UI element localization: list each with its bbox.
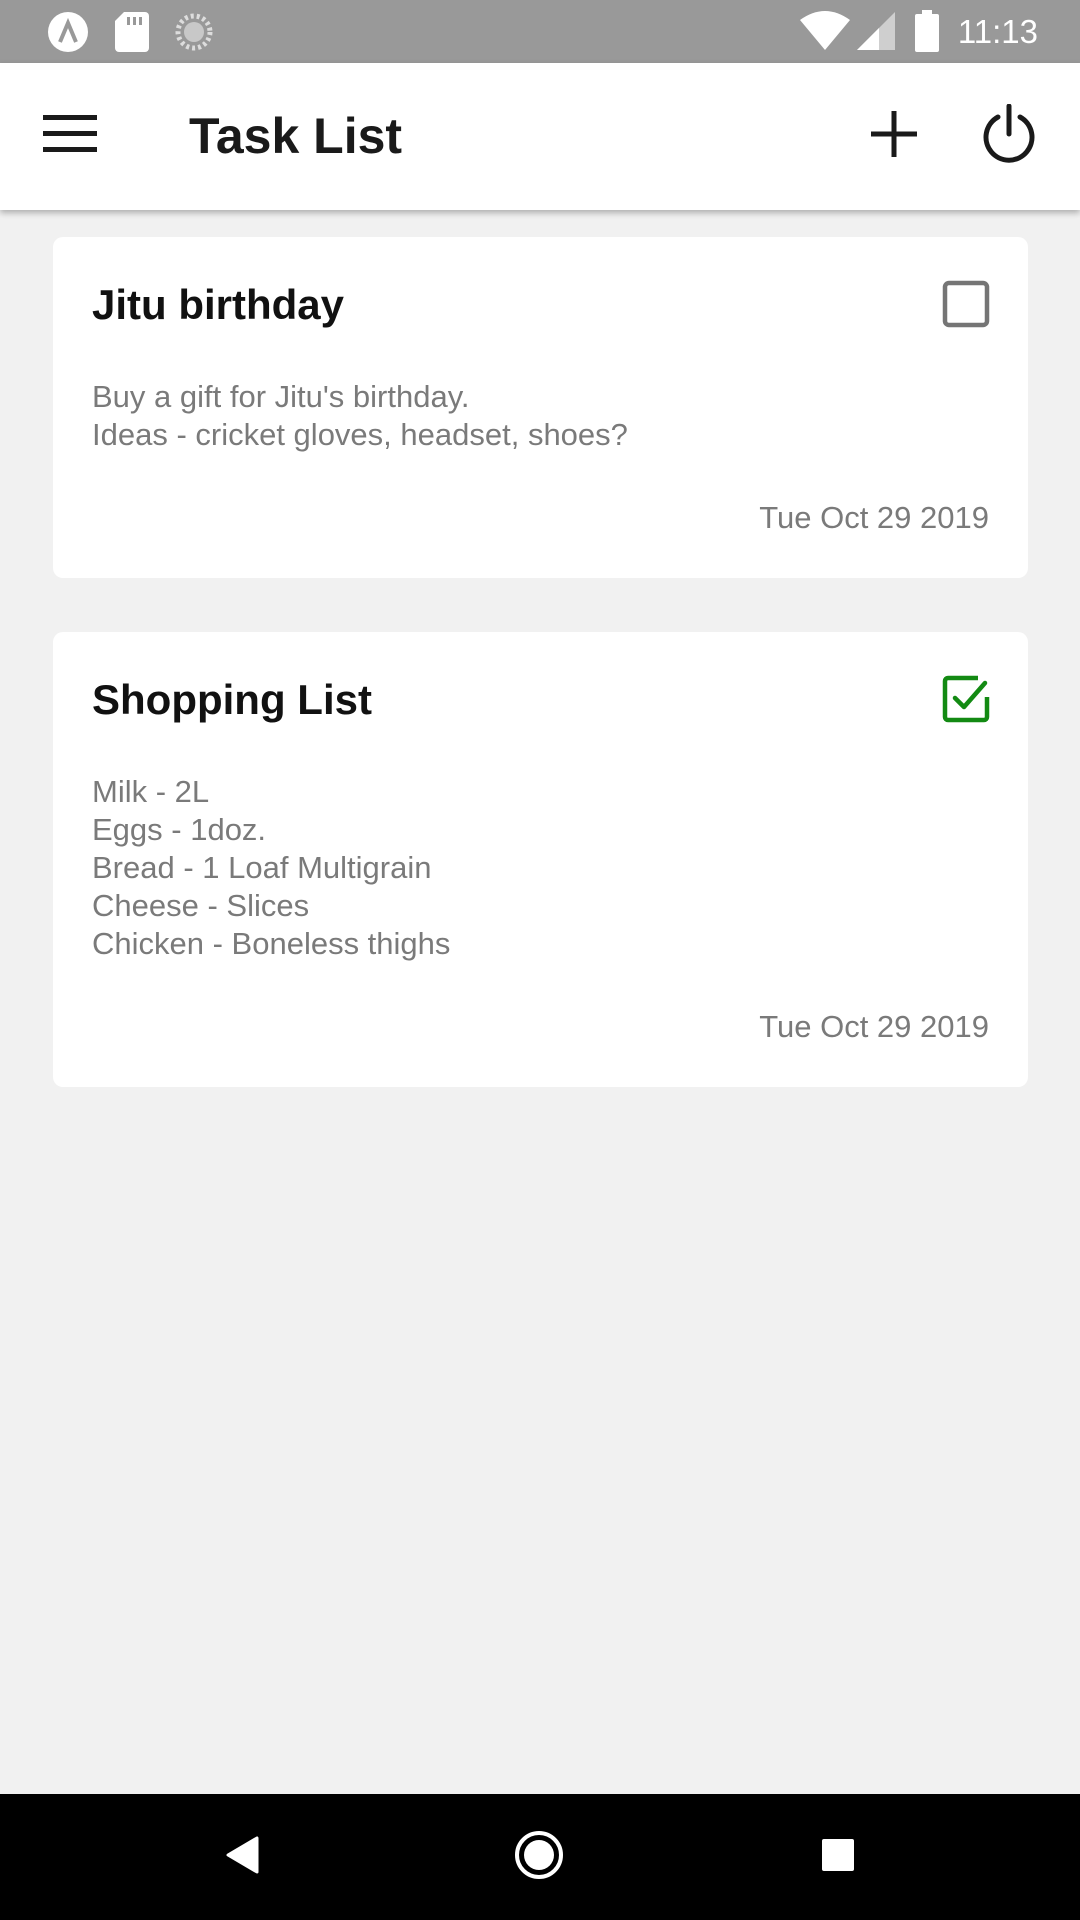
recents-button[interactable] — [805, 1824, 871, 1890]
status-bar: 11:13 — [0, 0, 1080, 63]
task-checkbox-checked[interactable] — [942, 675, 990, 723]
app-notification-icon — [45, 12, 91, 52]
app-bar: Task List — [0, 63, 1080, 210]
signal-icon — [857, 12, 895, 52]
task-date: Tue Oct 29 2019 — [759, 500, 989, 535]
task-description-line: Bread - 1 Loaf Multigrain — [92, 850, 432, 885]
task-description-line: Milk - 2L — [92, 774, 210, 809]
task-card[interactable]: Shopping List Milk - 2L Eggs - 1doz. Bre… — [53, 632, 1028, 1087]
add-icon — [871, 110, 917, 162]
menu-button[interactable] — [23, 88, 119, 184]
sync-icon — [174, 12, 214, 52]
task-title: Jitu birthday — [92, 281, 345, 328]
task-description: Buy a gift for Jitu's birthday. Ideas - … — [92, 378, 628, 454]
task-date: Tue Oct 29 2019 — [759, 1009, 989, 1044]
status-time: 11:13 — [957, 13, 1038, 50]
task-checkbox-unchecked[interactable] — [942, 280, 990, 328]
task-description-line: Buy a gift for Jitu's birthday. — [92, 379, 470, 414]
wifi-icon — [800, 10, 850, 50]
task-description-line: Chicken - Boneless thighs — [92, 926, 451, 961]
menu-icon — [43, 113, 99, 160]
recents-icon — [821, 1838, 855, 1877]
task-description-line: Cheese - Slices — [92, 888, 310, 923]
home-icon — [514, 1830, 564, 1885]
battery-icon — [915, 10, 939, 52]
system-nav-bar — [0, 1794, 1080, 1920]
power-icon — [981, 103, 1037, 169]
task-description-line: Ideas - cricket gloves, headset, shoes? — [92, 417, 628, 452]
page-title: Task List — [189, 108, 403, 164]
task-title: Shopping List — [92, 676, 372, 723]
sd-card-icon — [115, 12, 149, 52]
back-button[interactable] — [209, 1824, 275, 1890]
task-card[interactable]: Jitu birthday Buy a gift for Jitu's birt… — [53, 237, 1028, 578]
add-task-button[interactable] — [846, 88, 942, 184]
task-description: Milk - 2L Eggs - 1doz. Bread - 1 Loaf Mu… — [92, 773, 450, 963]
logout-button[interactable] — [961, 88, 1057, 184]
task-description-line: Eggs - 1doz. — [92, 812, 267, 847]
back-icon — [225, 1836, 259, 1879]
home-button[interactable] — [506, 1824, 572, 1890]
